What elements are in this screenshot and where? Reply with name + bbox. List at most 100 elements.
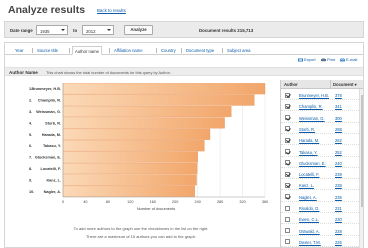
author-doc-count-link[interactable]: 230 <box>335 217 342 222</box>
table-row: Rinaldo, O. 231 <box>281 203 361 213</box>
author-name-link[interactable]: Locatelli, F. <box>299 172 319 177</box>
date-from-value: 1935 <box>40 28 50 34</box>
table-row: Storb, R. 288 <box>281 124 361 134</box>
bar-rank-label: 10. <box>29 190 34 194</box>
author-doc-count-link[interactable]: 226 <box>335 240 342 245</box>
author-name-link[interactable]: Takasu, Y. <box>299 150 318 155</box>
bar-author-label: Weissman, G. <box>36 110 61 114</box>
bar-author-label: Champlin, R. <box>38 99 61 103</box>
date-to-select[interactable]: 2012 <box>82 25 114 35</box>
author-checkbox[interactable] <box>285 239 290 245</box>
bottom-note-line-1: To add more authors to the graph use the… <box>73 226 209 231</box>
author-checkbox[interactable] <box>285 216 290 222</box>
table-scrollbar[interactable] <box>359 89 363 248</box>
author-checkbox[interactable] <box>285 205 290 211</box>
bar <box>62 140 205 152</box>
x-tick-label: 0 <box>62 200 64 204</box>
author-name-link[interactable]: Ewen, C.L. <box>299 217 319 222</box>
print-icon <box>321 57 326 62</box>
bottom-note-line-2: There are a maximum of 15 authors you ca… <box>85 234 197 239</box>
author-checkbox[interactable] <box>285 228 290 234</box>
bar-rank-label: 7. <box>29 156 32 160</box>
x-tick-label: 360 <box>262 200 268 204</box>
author-name-link[interactable]: Weissman, G. <box>299 116 325 121</box>
author-doc-count-link[interactable]: 252 <box>335 150 342 155</box>
author-name-link[interactable]: Glucksman, E. <box>299 161 326 166</box>
x-tick-label: 160 <box>150 200 156 204</box>
author-name-link[interactable]: Kanz, L. <box>299 183 314 188</box>
author-checkbox[interactable] <box>285 160 290 166</box>
analyze-button[interactable]: Analyze <box>124 25 153 35</box>
table-row: Nagler, A. 235 <box>281 192 361 202</box>
author-doc-count-link[interactable]: 288 <box>335 127 342 132</box>
author-name-link[interactable]: Nagler, A. <box>299 195 317 200</box>
table-row: Harada, M. 262 <box>281 135 361 146</box>
column-divider <box>330 80 331 89</box>
x-tick-label: 200 <box>172 200 178 204</box>
column-header-documents[interactable]: Document ▾ <box>333 82 357 87</box>
bar-rank-label: 4. <box>29 121 32 125</box>
bar-rank-label: 5. <box>29 133 32 137</box>
x-axis-label: Number of documents <box>137 206 175 211</box>
author-name-link[interactable]: Rinaldo, O. <box>299 206 319 211</box>
bar-author-label: Glucksman, E. <box>35 156 61 160</box>
author-name-link[interactable]: Brunmeyer, H.B. <box>299 93 329 98</box>
export-label: Export <box>304 57 316 62</box>
bar <box>62 174 197 186</box>
author-doc-count-link[interactable]: 240 <box>335 161 342 166</box>
table-row: Brunmeyer, H.B. 378 <box>281 90 361 100</box>
author-doc-count-link[interactable]: 262 <box>335 138 342 143</box>
export-actions: Export Print E-mail <box>298 57 362 65</box>
scrollbar-thumb[interactable] <box>360 95 363 207</box>
bar <box>62 117 225 129</box>
author-doc-count-link[interactable]: 238 <box>335 183 342 188</box>
author-checkbox[interactable] <box>285 194 290 200</box>
x-tick-label: 80 <box>106 200 110 204</box>
chevron-down-icon <box>61 29 65 31</box>
page-header: Analyze results Back to results <box>0 0 368 20</box>
x-tick-label: 320 <box>239 200 245 204</box>
author-doc-count-link[interactable]: 231 <box>335 206 342 211</box>
author-checkbox[interactable] <box>285 115 290 121</box>
author-name-link[interactable]: Ostwald, A. <box>299 229 320 234</box>
table-header: Author Document ▾ <box>281 80 363 89</box>
x-tick-label: 40 <box>83 200 87 204</box>
table-row: Ostwald, A. 228 <box>281 226 361 236</box>
author-doc-count-link[interactable]: 228 <box>335 229 342 234</box>
author-checkbox[interactable] <box>285 171 290 177</box>
author-checkbox[interactable] <box>285 126 290 132</box>
page-title: Analyze results <box>8 4 86 16</box>
author-name-link[interactable]: Champlin, R. <box>299 104 323 109</box>
bar-rank-label: 6. <box>29 144 32 148</box>
email-icon <box>339 57 346 62</box>
bar <box>62 128 211 140</box>
author-name-link[interactable]: Storb, R. <box>299 127 315 132</box>
bar-rank-label: 8. <box>29 167 32 171</box>
date-to-value: 2012 <box>86 28 96 34</box>
author-doc-count-link[interactable]: 341 <box>335 104 342 109</box>
print-link[interactable]: Print <box>321 57 335 62</box>
author-doc-count-link[interactable]: 239 <box>335 172 342 177</box>
chevron-down-icon <box>107 29 111 31</box>
author-name-link[interactable]: Dexter, T.M. <box>299 240 321 245</box>
author-checkbox[interactable] <box>285 182 290 188</box>
author-name-link[interactable]: Harada, M. <box>299 138 319 143</box>
author-checkbox[interactable] <box>285 137 290 143</box>
author-checkbox[interactable] <box>285 149 290 154</box>
author-doc-count-link[interactable]: 300 <box>335 116 342 121</box>
back-to-results-link[interactable]: Back to results <box>97 8 126 13</box>
email-link[interactable]: E-mail <box>339 57 357 62</box>
author-checkbox[interactable] <box>285 103 290 109</box>
column-header-author[interactable]: Author <box>284 82 298 87</box>
author-doc-count-link[interactable]: 235 <box>335 195 342 200</box>
export-link[interactable]: Export <box>298 57 316 62</box>
author-checkbox[interactable] <box>285 92 290 98</box>
author-documents-chart: 1. Brunmeyer, H.B.2. Champlin, R.3. Weissma… <box>29 83 268 211</box>
table-row: Dexter, T.M. 226 <box>281 237 361 247</box>
table-row: Takasu, Y. 252 <box>281 147 361 157</box>
table-row: Glucksman, E. 240 <box>281 158 361 168</box>
bar <box>62 105 232 118</box>
date-from-select[interactable]: 1935 <box>36 25 68 35</box>
author-doc-count-link[interactable]: 378 <box>335 93 342 98</box>
date-range-bar: Date range 1935 to 2012 Analyze Document… <box>4 21 364 38</box>
